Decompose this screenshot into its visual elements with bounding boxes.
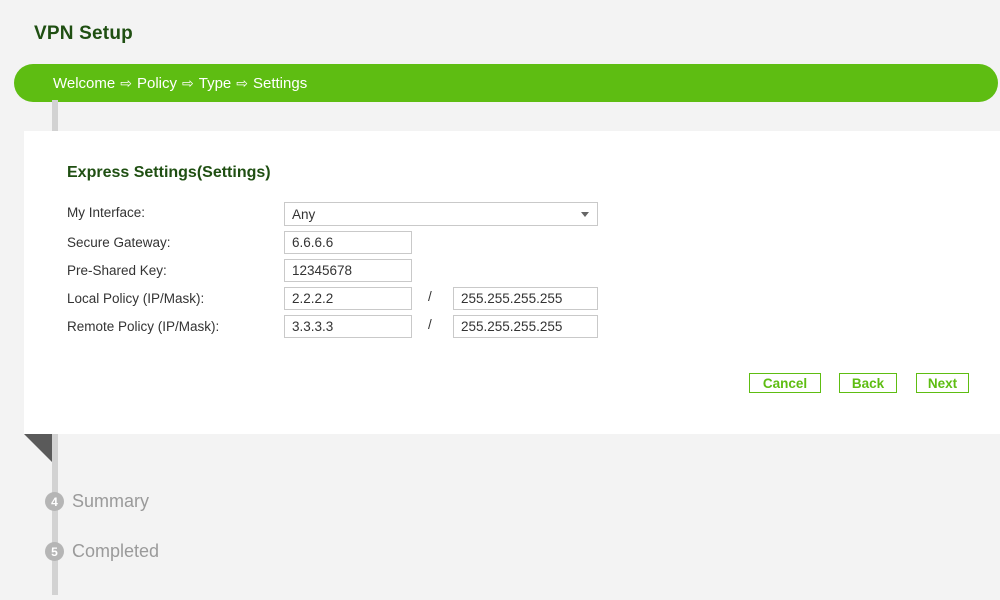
wizard-step-summary: 4 Summary: [45, 491, 149, 512]
back-button[interactable]: Back: [839, 373, 897, 393]
pre-shared-key-input[interactable]: [284, 259, 412, 282]
secure-gateway-input[interactable]: [284, 231, 412, 254]
remote-policy-separator: /: [428, 317, 432, 332]
local-policy-ip-input[interactable]: [284, 287, 412, 310]
breadcrumb: Welcome ⇨ Policy ⇨ Type ⇨ Settings: [53, 75, 307, 92]
section-title: Express Settings(Settings): [67, 164, 271, 181]
express-settings-panel: Express Settings(Settings) My Interface:…: [24, 131, 1000, 434]
my-interface-select[interactable]: Any: [284, 202, 598, 226]
arrow-right-icon: ⇨: [120, 74, 132, 91]
step-label-completed: Completed: [72, 541, 160, 561]
pre-shared-key-label: Pre-Shared Key:: [67, 263, 167, 278]
breadcrumb-step-settings: Settings: [253, 74, 308, 92]
arrow-right-icon: ⇨: [182, 74, 194, 91]
cancel-button[interactable]: Cancel: [749, 373, 821, 393]
step-number-badge: 5: [45, 542, 64, 561]
page-title: VPN Setup: [34, 23, 133, 44]
remote-policy-label: Remote Policy (IP/Mask):: [67, 319, 220, 334]
my-interface-label: My Interface:: [67, 205, 146, 220]
remote-policy-ip-input[interactable]: [284, 315, 412, 338]
my-interface-selected-value: Any: [292, 207, 316, 222]
local-policy-mask-input[interactable]: [453, 287, 598, 310]
panel-pointer: [24, 434, 52, 462]
local-policy-label: Local Policy (IP/Mask):: [67, 291, 205, 306]
step-label-summary: Summary: [72, 491, 150, 511]
step-number-badge: 4: [45, 492, 64, 511]
breadcrumb-step-welcome: Welcome: [53, 74, 116, 92]
local-policy-separator: /: [428, 289, 432, 304]
next-button[interactable]: Next: [916, 373, 969, 393]
wizard-step-completed: 5 Completed: [45, 541, 159, 562]
breadcrumb-step-type: Type: [198, 74, 232, 92]
remote-policy-mask-input[interactable]: [453, 315, 598, 338]
breadcrumb-step-policy: Policy: [136, 74, 177, 92]
chevron-down-icon: [581, 212, 589, 217]
wizard-progress-bar: Welcome ⇨ Policy ⇨ Type ⇨ Settings: [14, 64, 998, 102]
arrow-right-icon: ⇨: [236, 74, 248, 91]
secure-gateway-label: Secure Gateway:: [67, 235, 171, 250]
